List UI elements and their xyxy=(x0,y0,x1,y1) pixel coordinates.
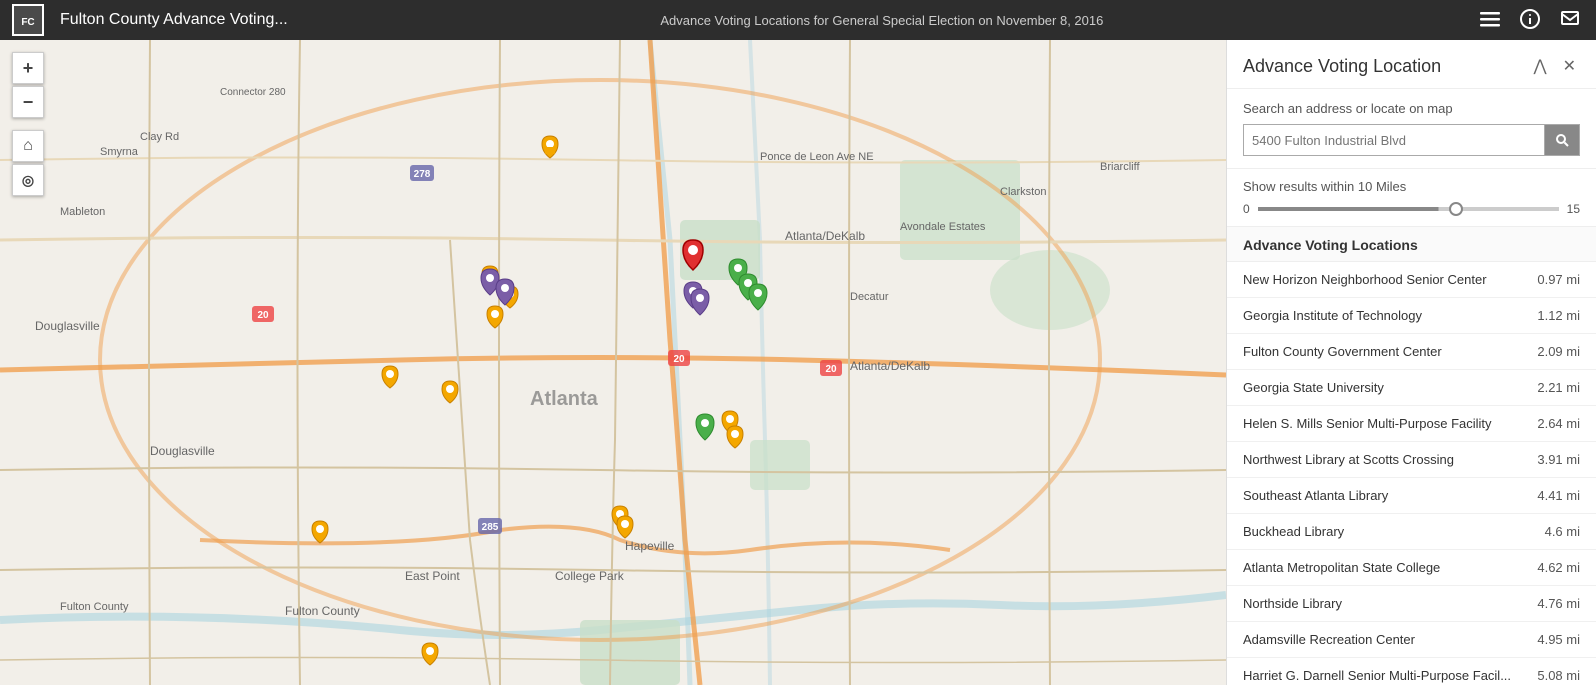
range-slider-row: 0 15 xyxy=(1243,202,1580,216)
location-distance: 4.62 mi xyxy=(1537,560,1580,575)
map-controls: + − ⌂ ◎ xyxy=(12,52,44,196)
svg-text:Douglasville: Douglasville xyxy=(35,319,100,333)
svg-text:Atlanta/DeKalb: Atlanta/DeKalb xyxy=(785,229,865,243)
collapse-panel-button[interactable]: ⋀ xyxy=(1529,54,1550,78)
svg-text:Mableton: Mableton xyxy=(60,206,105,218)
locate-button[interactable]: ◎ xyxy=(12,164,44,196)
panel-header: Advance Voting Location ⋀ ✕ xyxy=(1227,40,1596,89)
app-header: FC Fulton County Advance Voting... Advan… xyxy=(0,0,1596,40)
list-item[interactable]: Atlanta Metropolitan State College4.62 m… xyxy=(1227,550,1596,586)
range-slider-input[interactable] xyxy=(1258,207,1559,211)
location-distance: 4.76 mi xyxy=(1537,596,1580,611)
list-item[interactable]: Helen S. Mills Senior Multi-Purpose Faci… xyxy=(1227,406,1596,442)
svg-text:Smyrna: Smyrna xyxy=(100,146,139,158)
location-distance: 4.95 mi xyxy=(1537,632,1580,647)
location-name: Helen S. Mills Senior Multi-Purpose Faci… xyxy=(1243,416,1537,431)
list-item[interactable]: Georgia Institute of Technology1.12 mi xyxy=(1227,298,1596,334)
app-logo: FC xyxy=(12,4,44,36)
location-distance: 2.64 mi xyxy=(1537,416,1580,431)
close-panel-button[interactable]: ✕ xyxy=(1559,54,1580,78)
locations-list: New Horizon Neighborhood Senior Center0.… xyxy=(1227,262,1596,685)
location-name: Atlanta Metropolitan State College xyxy=(1243,560,1537,575)
location-distance: 2.09 mi xyxy=(1537,344,1580,359)
list-item[interactable]: Fulton County Government Center2.09 mi xyxy=(1227,334,1596,370)
svg-text:Briarcliff: Briarcliff xyxy=(1100,161,1140,173)
location-name: Northside Library xyxy=(1243,596,1537,611)
location-name: Harriet G. Darnell Senior Multi-Purpose … xyxy=(1243,668,1537,683)
location-distance: 0.97 mi xyxy=(1537,272,1580,287)
right-panel: Advance Voting Location ⋀ ✕ Search an ad… xyxy=(1226,40,1596,685)
search-button[interactable] xyxy=(1544,124,1580,156)
list-item[interactable]: Buckhead Library4.6 mi xyxy=(1227,514,1596,550)
location-name: New Horizon Neighborhood Senior Center xyxy=(1243,272,1537,287)
list-item[interactable]: Southeast Atlanta Library4.41 mi xyxy=(1227,478,1596,514)
location-distance: 3.91 mi xyxy=(1537,452,1580,467)
svg-text:20: 20 xyxy=(825,364,837,375)
header-icon-group xyxy=(1476,5,1584,36)
zoom-out-button[interactable]: − xyxy=(12,86,44,118)
svg-text:FC: FC xyxy=(21,17,34,28)
zoom-in-button[interactable]: + xyxy=(12,52,44,84)
app-subtitle: Advance Voting Locations for General Spe… xyxy=(304,13,1460,28)
svg-text:East Point: East Point xyxy=(405,569,460,583)
svg-text:20: 20 xyxy=(673,354,685,365)
list-item[interactable]: Northside Library4.76 mi xyxy=(1227,586,1596,622)
location-name: Southeast Atlanta Library xyxy=(1243,488,1537,503)
svg-text:Connector 280: Connector 280 xyxy=(220,87,286,98)
location-name: Buckhead Library xyxy=(1243,524,1545,539)
home-button[interactable]: ⌂ xyxy=(12,130,44,162)
location-distance: 1.12 mi xyxy=(1537,308,1580,323)
search-label: Search an address or locate on map xyxy=(1243,101,1580,116)
location-distance: 2.21 mi xyxy=(1537,380,1580,395)
locations-list-header: Advance Voting Locations xyxy=(1227,227,1596,262)
location-distance: 4.6 mi xyxy=(1545,524,1580,539)
svg-text:Clarkston: Clarkston xyxy=(1000,186,1046,198)
range-section: Show results within 10 Miles 0 15 xyxy=(1227,169,1596,227)
info-icon-button[interactable] xyxy=(1516,5,1544,36)
svg-text:Decatur: Decatur xyxy=(850,291,889,303)
location-distance: 5.08 mi xyxy=(1537,668,1580,683)
range-label: Show results within 10 Miles xyxy=(1243,179,1580,194)
list-item[interactable]: Georgia State University2.21 mi xyxy=(1227,370,1596,406)
list-icon-button[interactable] xyxy=(1476,5,1504,36)
search-input-row xyxy=(1243,124,1580,156)
main-content: Smyrna Mableton Douglasville Douglasvill… xyxy=(0,40,1596,685)
svg-text:285: 285 xyxy=(482,522,499,533)
svg-text:Hapeville: Hapeville xyxy=(625,539,675,553)
list-item[interactable]: Northwest Library at Scotts Crossing3.91… xyxy=(1227,442,1596,478)
svg-text:Ponce de Leon Ave NE: Ponce de Leon Ave NE xyxy=(760,151,874,163)
svg-text:278: 278 xyxy=(414,169,431,180)
panel-header-buttons: ⋀ ✕ xyxy=(1529,54,1580,78)
address-search-input[interactable] xyxy=(1243,124,1544,156)
svg-text:Fulton County: Fulton County xyxy=(60,601,129,613)
location-name: Adamsville Recreation Center xyxy=(1243,632,1537,647)
map-svg: Smyrna Mableton Douglasville Douglasvill… xyxy=(0,40,1226,685)
svg-text:Atlanta/DeKalb: Atlanta/DeKalb xyxy=(850,359,930,373)
svg-text:Clay Rd: Clay Rd xyxy=(140,131,179,143)
svg-text:Avondale Estates: Avondale Estates xyxy=(900,221,986,233)
range-min-label: 0 xyxy=(1243,202,1250,216)
app-title: Fulton County Advance Voting... xyxy=(60,11,288,29)
svg-text:Atlanta: Atlanta xyxy=(530,388,599,410)
location-name: Georgia State University xyxy=(1243,380,1537,395)
location-name: Fulton County Government Center xyxy=(1243,344,1537,359)
range-max-label: 15 xyxy=(1567,202,1580,216)
svg-text:College Park: College Park xyxy=(555,569,625,583)
list-item[interactable]: Harriet G. Darnell Senior Multi-Purpose … xyxy=(1227,658,1596,685)
location-name: Northwest Library at Scotts Crossing xyxy=(1243,452,1537,467)
svg-text:20: 20 xyxy=(257,310,269,321)
svg-text:Fulton County: Fulton County xyxy=(285,604,360,618)
map-area[interactable]: Smyrna Mableton Douglasville Douglasvill… xyxy=(0,40,1226,685)
location-distance: 4.41 mi xyxy=(1537,488,1580,503)
list-item[interactable]: New Horizon Neighborhood Senior Center0.… xyxy=(1227,262,1596,298)
location-name: Georgia Institute of Technology xyxy=(1243,308,1537,323)
user-icon-button[interactable] xyxy=(1556,5,1584,36)
search-section: Search an address or locate on map xyxy=(1227,89,1596,169)
panel-title: Advance Voting Location xyxy=(1243,56,1441,77)
svg-text:Douglasville: Douglasville xyxy=(150,444,215,458)
list-item[interactable]: Adamsville Recreation Center4.95 mi xyxy=(1227,622,1596,658)
